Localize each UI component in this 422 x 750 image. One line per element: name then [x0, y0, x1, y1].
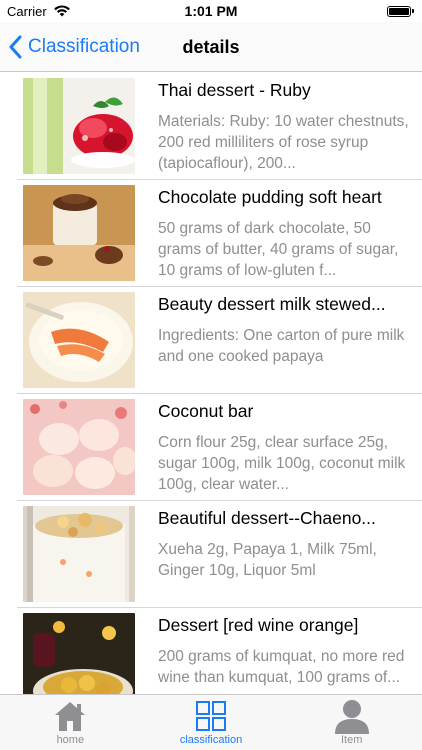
item-description: 200 grams of kumquat, no more red wine t… — [158, 648, 405, 686]
list-item[interactable]: Beauty dessert milk stewed... Ingredient… — [17, 287, 422, 394]
tab-home-label: home — [56, 734, 85, 746]
carrier-label: Carrier — [7, 3, 47, 19]
chevron-left-icon — [9, 35, 22, 59]
item-description: Ingredients: One carton of pure milk and… — [158, 327, 405, 365]
item-title: Coconut bar — [158, 401, 254, 421]
battery-icon — [387, 5, 414, 17]
tab-item[interactable]: Item — [281, 695, 422, 750]
wifi-icon — [53, 5, 70, 17]
list-item[interactable]: Chocolate pudding soft heart 50 grams of… — [17, 180, 422, 287]
dessert-thumbnail — [23, 613, 135, 694]
tab-bar: home classification Item — [0, 694, 422, 750]
status-left: Carrier — [7, 4, 71, 19]
status-bar: Carrier 1:01 PM — [0, 0, 422, 22]
back-button[interactable]: Classification — [8, 22, 140, 72]
dessert-thumbnail — [23, 185, 135, 281]
item-description: Corn flour 25g, clear surface 25g, sugar… — [158, 434, 406, 493]
item-title: Beauty dessert milk stewed... — [158, 294, 386, 314]
dessert-list[interactable]: Thai dessert - Ruby Materials: Ruby: 10 … — [0, 73, 422, 694]
list-item[interactable]: Thai dessert - Ruby Materials: Ruby: 10 … — [17, 73, 422, 180]
back-button-label: Classification — [28, 36, 140, 57]
dessert-thumbnail — [23, 78, 135, 174]
home-icon — [51, 698, 89, 734]
item-description: Xueha 2g, Papaya 1, Milk 75ml, Ginger 10… — [158, 541, 377, 579]
dessert-thumbnail — [23, 399, 135, 495]
item-title: Dessert [red wine orange] — [158, 615, 359, 635]
tab-item-label: Item — [340, 734, 363, 746]
tab-classification-label: classification — [179, 734, 243, 746]
navigation-bar: details Classification — [0, 22, 422, 72]
dessert-thumbnail — [23, 292, 135, 388]
item-title: Chocolate pudding soft heart — [158, 187, 382, 207]
page-title: details — [182, 36, 240, 57]
list-item[interactable]: Dessert [red wine orange] 200 grams of k… — [17, 608, 422, 694]
item-title: Beautiful dessert--Chaeno... — [158, 508, 376, 528]
grid-icon — [192, 698, 230, 734]
tab-classification[interactable]: classification — [141, 695, 282, 750]
person-icon — [333, 698, 371, 734]
list-item[interactable]: Beautiful dessert--Chaeno... Xueha 2g, P… — [17, 501, 422, 608]
item-title: Thai dessert - Ruby — [158, 80, 311, 100]
dessert-thumbnail — [23, 506, 135, 602]
item-description: Materials: Ruby: 10 water chestnuts, 200… — [158, 113, 409, 172]
item-description: 50 grams of dark chocolate, 50 grams of … — [158, 220, 399, 279]
tab-home[interactable]: home — [0, 695, 141, 750]
list-item[interactable]: Coconut bar Corn flour 25g, clear surfac… — [17, 394, 422, 501]
